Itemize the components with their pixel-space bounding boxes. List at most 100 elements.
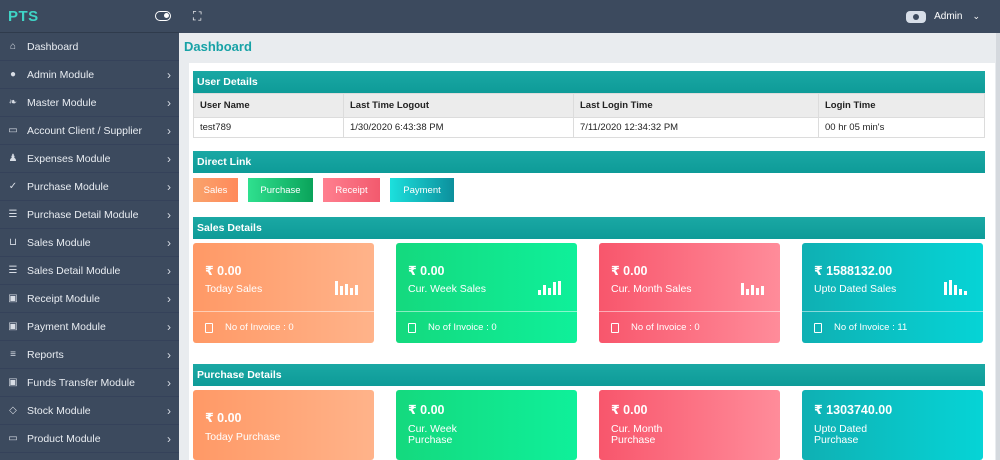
sidebar-item-label: Receipt Module	[27, 292, 100, 305]
sidebar-item-receipt-module[interactable]: ▣ Receipt Module ›	[0, 285, 179, 313]
table-header-row: User Name Last Time Logout Last Login Time…	[193, 93, 985, 118]
sidebar-item-purchase-module[interactable]: ✓ Purchase Module ›	[0, 173, 179, 201]
money-icon: ▣	[8, 293, 18, 304]
box-icon: ▭	[8, 433, 18, 444]
sidebar-item-purchase-detail-module[interactable]: ☰ Purchase Detail Module ›	[0, 201, 179, 229]
sidebar-item-label: Expenses Module	[27, 152, 111, 165]
sidebar-nav: ⌂ Dashboard ● Admin Module › ❧ Master Module › ▭…	[0, 33, 179, 453]
receipt-link-button[interactable]: Receipt	[323, 178, 380, 202]
sidebar-item-expenses-module[interactable]: ♟ Expenses Module ›	[0, 145, 179, 173]
money-icon: ▭	[8, 125, 18, 136]
month-sales-card[interactable]: ₹ 0.00 Cur. Month Sales No of Invoice : …	[599, 243, 780, 343]
week-sales-card[interactable]: ₹ 0.00 Cur. Week Sales No of Invoice : 0	[396, 243, 577, 343]
home-icon: ⌂	[9, 41, 17, 52]
chevron-right-icon: ›	[167, 151, 171, 166]
table-row: test789 1/30/2020 6:43:38 PM 7/11/2020 12:…	[193, 117, 985, 138]
card-amount: ₹ 0.00	[408, 403, 445, 417]
card-amount: ₹ 1588132.00	[814, 264, 893, 278]
sidebar-item-label: Stock Module	[27, 404, 91, 417]
column-header: Last Login Time	[573, 93, 819, 118]
sidebar-item-dashboard[interactable]: ⌂ Dashboard	[0, 33, 179, 61]
purchase-cards: ₹ 0.00 Today Purchase ₹ 0.00 Cur. Week P…	[193, 390, 983, 460]
today-purchase-card[interactable]: ₹ 0.00 Today Purchase	[193, 390, 374, 460]
chevron-right-icon: ›	[167, 263, 171, 278]
sidebar-item-master-module[interactable]: ❧ Master Module ›	[0, 89, 179, 117]
card-footer: No of Invoice : 0	[193, 311, 374, 343]
payment-link-button[interactable]: Payment	[390, 178, 454, 202]
avatar-icon	[906, 10, 927, 23]
user-menu[interactable]: Admin ⌄	[906, 10, 980, 23]
upto-dated-sales-card[interactable]: ₹ 1588132.00 Upto Dated Sales No of Invo…	[802, 243, 983, 343]
chevron-down-icon: ⌄	[972, 11, 980, 21]
column-header: Login Time	[818, 93, 985, 118]
sidebar-item-admin-module[interactable]: ● Admin Module ›	[0, 61, 179, 89]
sidebar-item-funds-transfer-module[interactable]: ▣ Funds Transfer Module ›	[0, 369, 179, 397]
sidebar-item-sales-detail-module[interactable]: ☰ Sales Detail Module ›	[0, 257, 179, 285]
card-amount: ₹ 0.00	[205, 264, 242, 278]
chevron-right-icon: ›	[167, 67, 171, 82]
sidebar: PTS ⌂ Dashboard ● Admin Module › ❧ Master Modu…	[0, 0, 179, 460]
table-cell: 00 hr 05 min's	[818, 117, 985, 138]
sales-link-button[interactable]: Sales	[193, 178, 238, 202]
invoice-count: No of Invoice : 0	[631, 322, 700, 333]
sidebar-item-label: Account Client / Supplier	[27, 124, 142, 137]
chevron-right-icon: ›	[167, 375, 171, 390]
document-icon	[611, 322, 619, 333]
diamond-icon: ◇	[9, 405, 17, 416]
invoice-count: No of Invoice : 11	[834, 322, 908, 333]
user-details-header: User Details	[193, 71, 985, 93]
card-caption: Cur. Month Sales	[611, 283, 692, 295]
sidebar-item-label: Sales Detail Module	[27, 264, 121, 277]
brand-logo[interactable]: PTS	[8, 8, 39, 25]
card-footer: No of Invoice : 11	[802, 311, 983, 343]
card-amount: ₹ 1303740.00	[814, 403, 893, 417]
week-purchase-card[interactable]: ₹ 0.00 Cur. Week Purchase	[396, 390, 577, 460]
list-icon: ☰	[8, 265, 18, 276]
month-purchase-card[interactable]: ₹ 0.00 Cur. Month Purchase	[599, 390, 780, 460]
dashboard-panel: User Details User Name Last Time Logout La…	[189, 63, 995, 460]
list-icon: ≡	[10, 349, 16, 360]
table-cell: 1/30/2020 6:43:38 PM	[343, 117, 574, 138]
sales-details-header: Sales Details	[193, 217, 985, 239]
document-icon	[814, 322, 822, 333]
sidebar-item-account-client-supplier[interactable]: ▭ Account Client / Supplier ›	[0, 117, 179, 145]
purchase-link-button[interactable]: Purchase	[248, 178, 313, 202]
cart-icon: ⊔	[9, 237, 17, 248]
fullscreen-icon[interactable]: ⛶	[193, 9, 201, 24]
sidebar-item-sales-module[interactable]: ⊔ Sales Module ›	[0, 229, 179, 257]
scrollbar[interactable]	[996, 33, 1000, 460]
card-footer: No of Invoice : 0	[396, 311, 577, 343]
sidebar-item-label: Purchase Module	[27, 180, 109, 193]
chevron-right-icon: ›	[167, 95, 171, 110]
page-title: Dashboard	[184, 39, 252, 54]
sidebar-item-reports[interactable]: ≡ Reports ›	[0, 341, 179, 369]
user-details-table: User Name Last Time Logout Last Login Time…	[193, 93, 985, 138]
card-amount: ₹ 0.00	[205, 411, 242, 425]
sidebar-item-label: Payment Module	[27, 320, 106, 333]
sidebar-item-payment-module[interactable]: ▣ Payment Module ›	[0, 313, 179, 341]
upto-dated-purchase-card[interactable]: ₹ 1303740.00 Upto Dated Purchase	[802, 390, 983, 460]
column-header: User Name	[193, 93, 344, 118]
sidebar-item-label: Reports	[27, 348, 64, 361]
sidebar-toggle-icon[interactable]	[155, 11, 171, 21]
leaf-icon: ❧	[8, 97, 18, 108]
sidebar-item-label: Master Module	[27, 96, 97, 109]
document-icon	[205, 322, 213, 333]
sidebar-item-stock-module[interactable]: ◇ Stock Module ›	[0, 397, 179, 425]
sidebar-item-label: Funds Transfer Module	[27, 376, 135, 389]
sidebar-item-product-module[interactable]: ▭ Product Module ›	[0, 425, 179, 453]
card-caption: Cur. Week Purchase	[408, 423, 457, 446]
card-caption: Today Purchase	[205, 431, 281, 443]
column-header: Last Time Logout	[343, 93, 574, 118]
user-name: Admin	[934, 11, 963, 22]
today-sales-card[interactable]: ₹ 0.00 Today Sales No of Invoice : 0	[193, 243, 374, 343]
money-icon: ▣	[8, 377, 18, 388]
card-amount: ₹ 0.00	[408, 264, 445, 278]
direct-link-header: Direct Link	[193, 151, 985, 173]
sidebar-item-label: Sales Module	[27, 236, 91, 249]
card-caption: Cur. Week Sales	[408, 283, 487, 295]
card-caption: Today Sales	[205, 283, 263, 295]
bar-chart-icon	[538, 280, 561, 295]
chevron-right-icon: ›	[167, 403, 171, 418]
purchase-details-header: Purchase Details	[193, 364, 985, 386]
